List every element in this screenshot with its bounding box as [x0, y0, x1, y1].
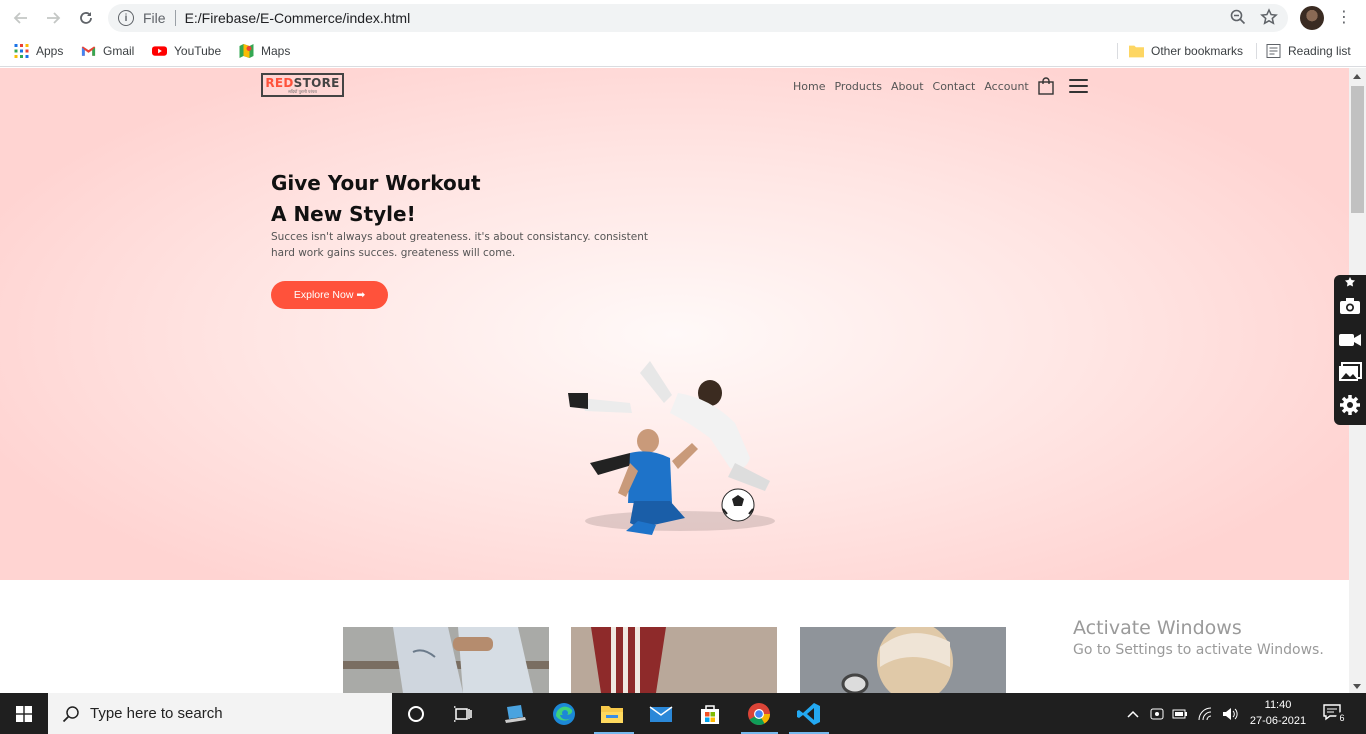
- bookmark-gmail[interactable]: Gmail: [81, 42, 134, 60]
- web-page: REDSTORE सदियों पुरानी परंपरा Home Produ…: [0, 68, 1349, 693]
- bookmarks-bar: Apps Gmail YouTube Maps Other bookmarks …: [0, 36, 1366, 67]
- browser-toolbar: i File E:/Firebase/E-Commerce/index.html…: [0, 0, 1366, 36]
- bookmark-maps[interactable]: Maps: [239, 42, 290, 60]
- other-bookmarks-label: Other bookmarks: [1151, 44, 1244, 58]
- reload-icon: [80, 12, 92, 24]
- settings-gear-icon[interactable]: [1337, 392, 1363, 418]
- folder-icon: [1129, 45, 1144, 58]
- scroll-up-arrow[interactable]: [1353, 74, 1361, 79]
- action-center-button[interactable]: 6: [1322, 703, 1348, 725]
- nav-home[interactable]: Home: [793, 80, 825, 93]
- logo-text: REDSTORE: [265, 75, 340, 90]
- video-camera-icon[interactable]: [1337, 327, 1363, 353]
- site-nav: Home Products About Contact Account: [793, 80, 1029, 93]
- hero-section: REDSTORE सदियों पुरानी परंपरा Home Produ…: [0, 68, 1349, 580]
- back-arrow-icon: [13, 12, 27, 24]
- nav-contact[interactable]: Contact: [933, 80, 976, 93]
- bookmark-youtube[interactable]: YouTube: [152, 42, 221, 60]
- forward-button[interactable]: [41, 6, 65, 30]
- scroll-thumb[interactable]: [1351, 86, 1364, 213]
- zoom-icon[interactable]: [1230, 9, 1246, 25]
- gallery-icon[interactable]: [1337, 359, 1363, 385]
- clock-date: 27-06-2021: [1249, 715, 1307, 727]
- search-icon: [62, 705, 79, 722]
- url-text[interactable]: E:/Firebase/E-Commerce/index.html: [185, 10, 411, 26]
- vscode-icon[interactable]: [796, 701, 822, 727]
- system-clock[interactable]: 11:40 27-06-2021: [1244, 697, 1312, 729]
- bookmark-label: Gmail: [103, 44, 135, 58]
- task-view-icon[interactable]: [450, 701, 476, 727]
- file-explorer-icon[interactable]: [599, 701, 625, 727]
- category-image-track-pants[interactable]: [571, 627, 777, 693]
- wifi-icon[interactable]: [1198, 707, 1214, 721]
- category-image-smartwatch[interactable]: [800, 627, 1006, 693]
- cortana-icon[interactable]: [403, 701, 429, 727]
- search-placeholder: Type here to search: [90, 705, 223, 722]
- start-button[interactable]: [0, 693, 48, 734]
- clock-time: 11:40: [1264, 699, 1292, 711]
- bookmark-label: Maps: [261, 44, 291, 58]
- forward-arrow-icon: [47, 12, 61, 24]
- volume-icon[interactable]: [1222, 707, 1240, 721]
- battery-icon[interactable]: [1172, 708, 1188, 720]
- notification-count-badge: 6: [1336, 712, 1348, 724]
- bookmark-apps[interactable]: Apps: [14, 42, 63, 60]
- nav-products[interactable]: Products: [834, 80, 882, 93]
- reading-list-label: Reading list: [1288, 44, 1351, 58]
- scroll-down-arrow[interactable]: [1353, 684, 1361, 689]
- maps-icon: [239, 44, 254, 58]
- bookmark-star-icon[interactable]: [1260, 8, 1278, 26]
- camera-icon[interactable]: [1337, 293, 1363, 319]
- laptop-app-icon[interactable]: [502, 701, 528, 727]
- hero-image-football-players: [568, 361, 775, 535]
- bookmark-label: Apps: [36, 44, 64, 58]
- mail-icon[interactable]: [648, 701, 674, 727]
- address-divider: [174, 10, 176, 26]
- site-info-icon[interactable]: i: [118, 10, 134, 26]
- bookmarks-divider: [1117, 43, 1118, 59]
- bookmarks-divider: [1256, 43, 1257, 59]
- nav-about[interactable]: About: [891, 80, 924, 93]
- microsoft-store-icon[interactable]: [697, 701, 723, 727]
- activate-windows-watermark: Activate Windows Go to Settings to activ…: [1073, 617, 1324, 658]
- chevron-up-icon[interactable]: [1126, 709, 1140, 719]
- screen-capture-toolbar: [1334, 275, 1366, 425]
- shopping-bag-icon[interactable]: [1038, 77, 1054, 95]
- scheme-label: File: [143, 10, 166, 26]
- hero-subtext: Succes isn't always about greateness. it…: [271, 231, 649, 259]
- reload-button[interactable]: [74, 6, 98, 30]
- site-logo[interactable]: REDSTORE सदियों पुरानी परंपरा: [261, 73, 344, 97]
- explore-now-button[interactable]: Explore Now ➡: [271, 281, 388, 309]
- edge-icon[interactable]: [551, 701, 577, 727]
- hero-heading: Give Your Workout A New Style!: [271, 171, 481, 226]
- reading-list-icon: [1266, 44, 1281, 58]
- chrome-icon[interactable]: [746, 701, 772, 727]
- profile-avatar[interactable]: [1300, 6, 1324, 30]
- bookmark-label: YouTube: [174, 44, 222, 58]
- meet-now-icon[interactable]: [1150, 706, 1164, 722]
- address-bar-actions: [1230, 8, 1278, 26]
- pin-icon[interactable]: [1337, 275, 1363, 289]
- youtube-icon: [152, 46, 167, 56]
- hamburger-menu-icon[interactable]: [1069, 79, 1088, 93]
- address-bar[interactable]: i File E:/Firebase/E-Commerce/index.html: [108, 4, 1288, 32]
- windows-logo-icon: [16, 705, 32, 722]
- taskbar-search-box[interactable]: Type here to search: [48, 693, 392, 734]
- gmail-icon: [81, 46, 96, 56]
- reading-list[interactable]: Reading list: [1266, 42, 1351, 60]
- logo-tagline: सदियों पुरानी परंपरा: [288, 88, 317, 94]
- back-button[interactable]: [9, 6, 33, 30]
- system-tray: [1126, 693, 1240, 734]
- nav-account[interactable]: Account: [984, 80, 1028, 93]
- category-image-jeans[interactable]: [343, 627, 549, 693]
- other-bookmarks[interactable]: Other bookmarks: [1129, 42, 1243, 60]
- windows-taskbar: Type here to search 11:40 27-06-2021 6: [0, 693, 1366, 734]
- browser-menu-icon[interactable]: ⋮: [1336, 8, 1352, 28]
- apps-grid-icon: [14, 44, 29, 58]
